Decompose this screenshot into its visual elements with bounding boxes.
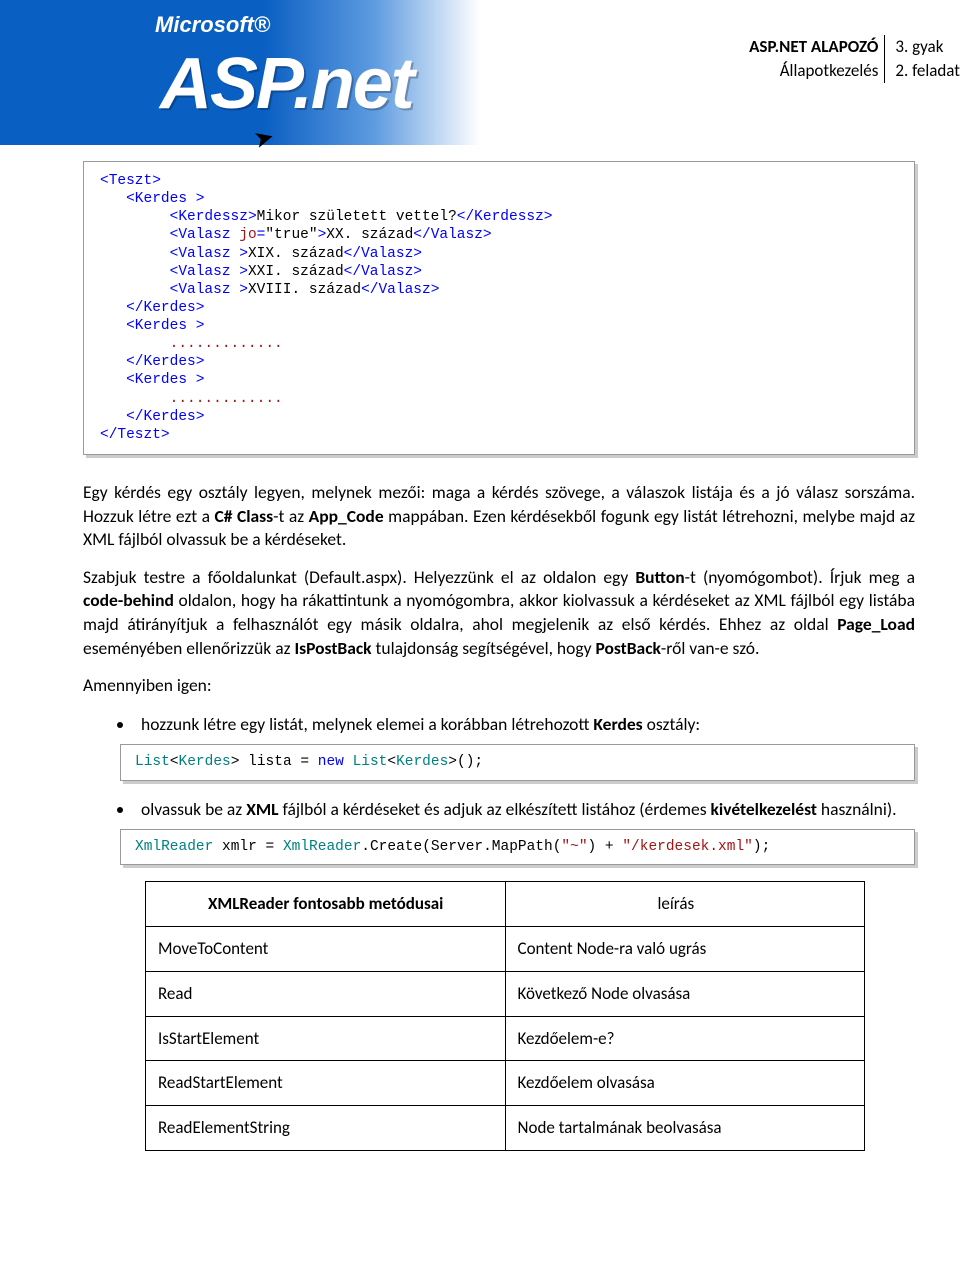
table-header-methods: XMLReader fontosabb metódusai <box>146 882 506 927</box>
method-name: IsStartElement <box>146 1016 506 1061</box>
header-title-2: Állapotkezelés <box>749 59 885 83</box>
method-name: ReadStartElement <box>146 1061 506 1106</box>
method-desc: Kezdőelem-e? <box>505 1016 865 1061</box>
document-page: Microsoft® ASP.net ➤ ASP.NET ALAPOZÓ 3. … <box>0 0 960 1191</box>
paragraph-2: Szabjuk testre a főoldalunkat (Default.a… <box>83 566 915 661</box>
xml-code-block: <Teszt> <Kerdes > <Kerdessz>Mikor szület… <box>83 161 915 455</box>
method-desc: Content Node-ra való ugrás <box>505 926 865 971</box>
bullet-list: hozzunk létre egy listát, melynek elemei… <box>135 712 915 737</box>
header-sub-1: 3. gyak <box>891 35 960 59</box>
paragraph-3: Amennyiben igen: <box>83 674 915 698</box>
method-name: Read <box>146 971 506 1016</box>
table-header-desc: leírás <box>505 882 865 927</box>
list-item: olvassuk be az XML fájlból a kérdéseket … <box>135 797 915 822</box>
method-desc: Node tartalmának beolvasása <box>505 1106 865 1151</box>
table-row: Read Következő Node olvasása <box>146 971 865 1016</box>
methods-table: XMLReader fontosabb metódusai leírás Mov… <box>145 881 865 1151</box>
table-row: MoveToContent Content Node-ra való ugrás <box>146 926 865 971</box>
table-row: XMLReader fontosabb metódusai leírás <box>146 882 865 927</box>
method-desc: Következő Node olvasása <box>505 971 865 1016</box>
table-row: IsStartElement Kezdőelem-e? <box>146 1016 865 1061</box>
code-list-init: List<Kerdes> lista = new List<Kerdes>(); <box>120 744 915 780</box>
page-header: Microsoft® ASP.net ➤ ASP.NET ALAPOZÓ 3. … <box>0 0 960 145</box>
list-item: hozzunk létre egy listát, melynek elemei… <box>135 712 915 737</box>
paragraph-1: Egy kérdés egy osztály legyen, melynek m… <box>83 481 915 552</box>
aspnet-logo: ASP.net <box>160 34 413 135</box>
table-row: ReadElementString Node tartalmának beolv… <box>146 1106 865 1151</box>
bullet-list-2: olvassuk be az XML fájlból a kérdéseket … <box>135 797 915 822</box>
header-sub-2: 2. feladat <box>891 59 960 83</box>
header-meta: ASP.NET ALAPOZÓ 3. gyak Állapotkezelés 2… <box>749 35 960 83</box>
code-xmlreader: XmlReader xmlr = XmlReader.Create(Server… <box>120 829 915 865</box>
table-row: ReadStartElement Kezdőelem olvasása <box>146 1061 865 1106</box>
header-title-1: ASP.NET ALAPOZÓ <box>749 35 885 59</box>
method-name: ReadElementString <box>146 1106 506 1151</box>
method-name: MoveToContent <box>146 926 506 971</box>
method-desc: Kezdőelem olvasása <box>505 1061 865 1106</box>
